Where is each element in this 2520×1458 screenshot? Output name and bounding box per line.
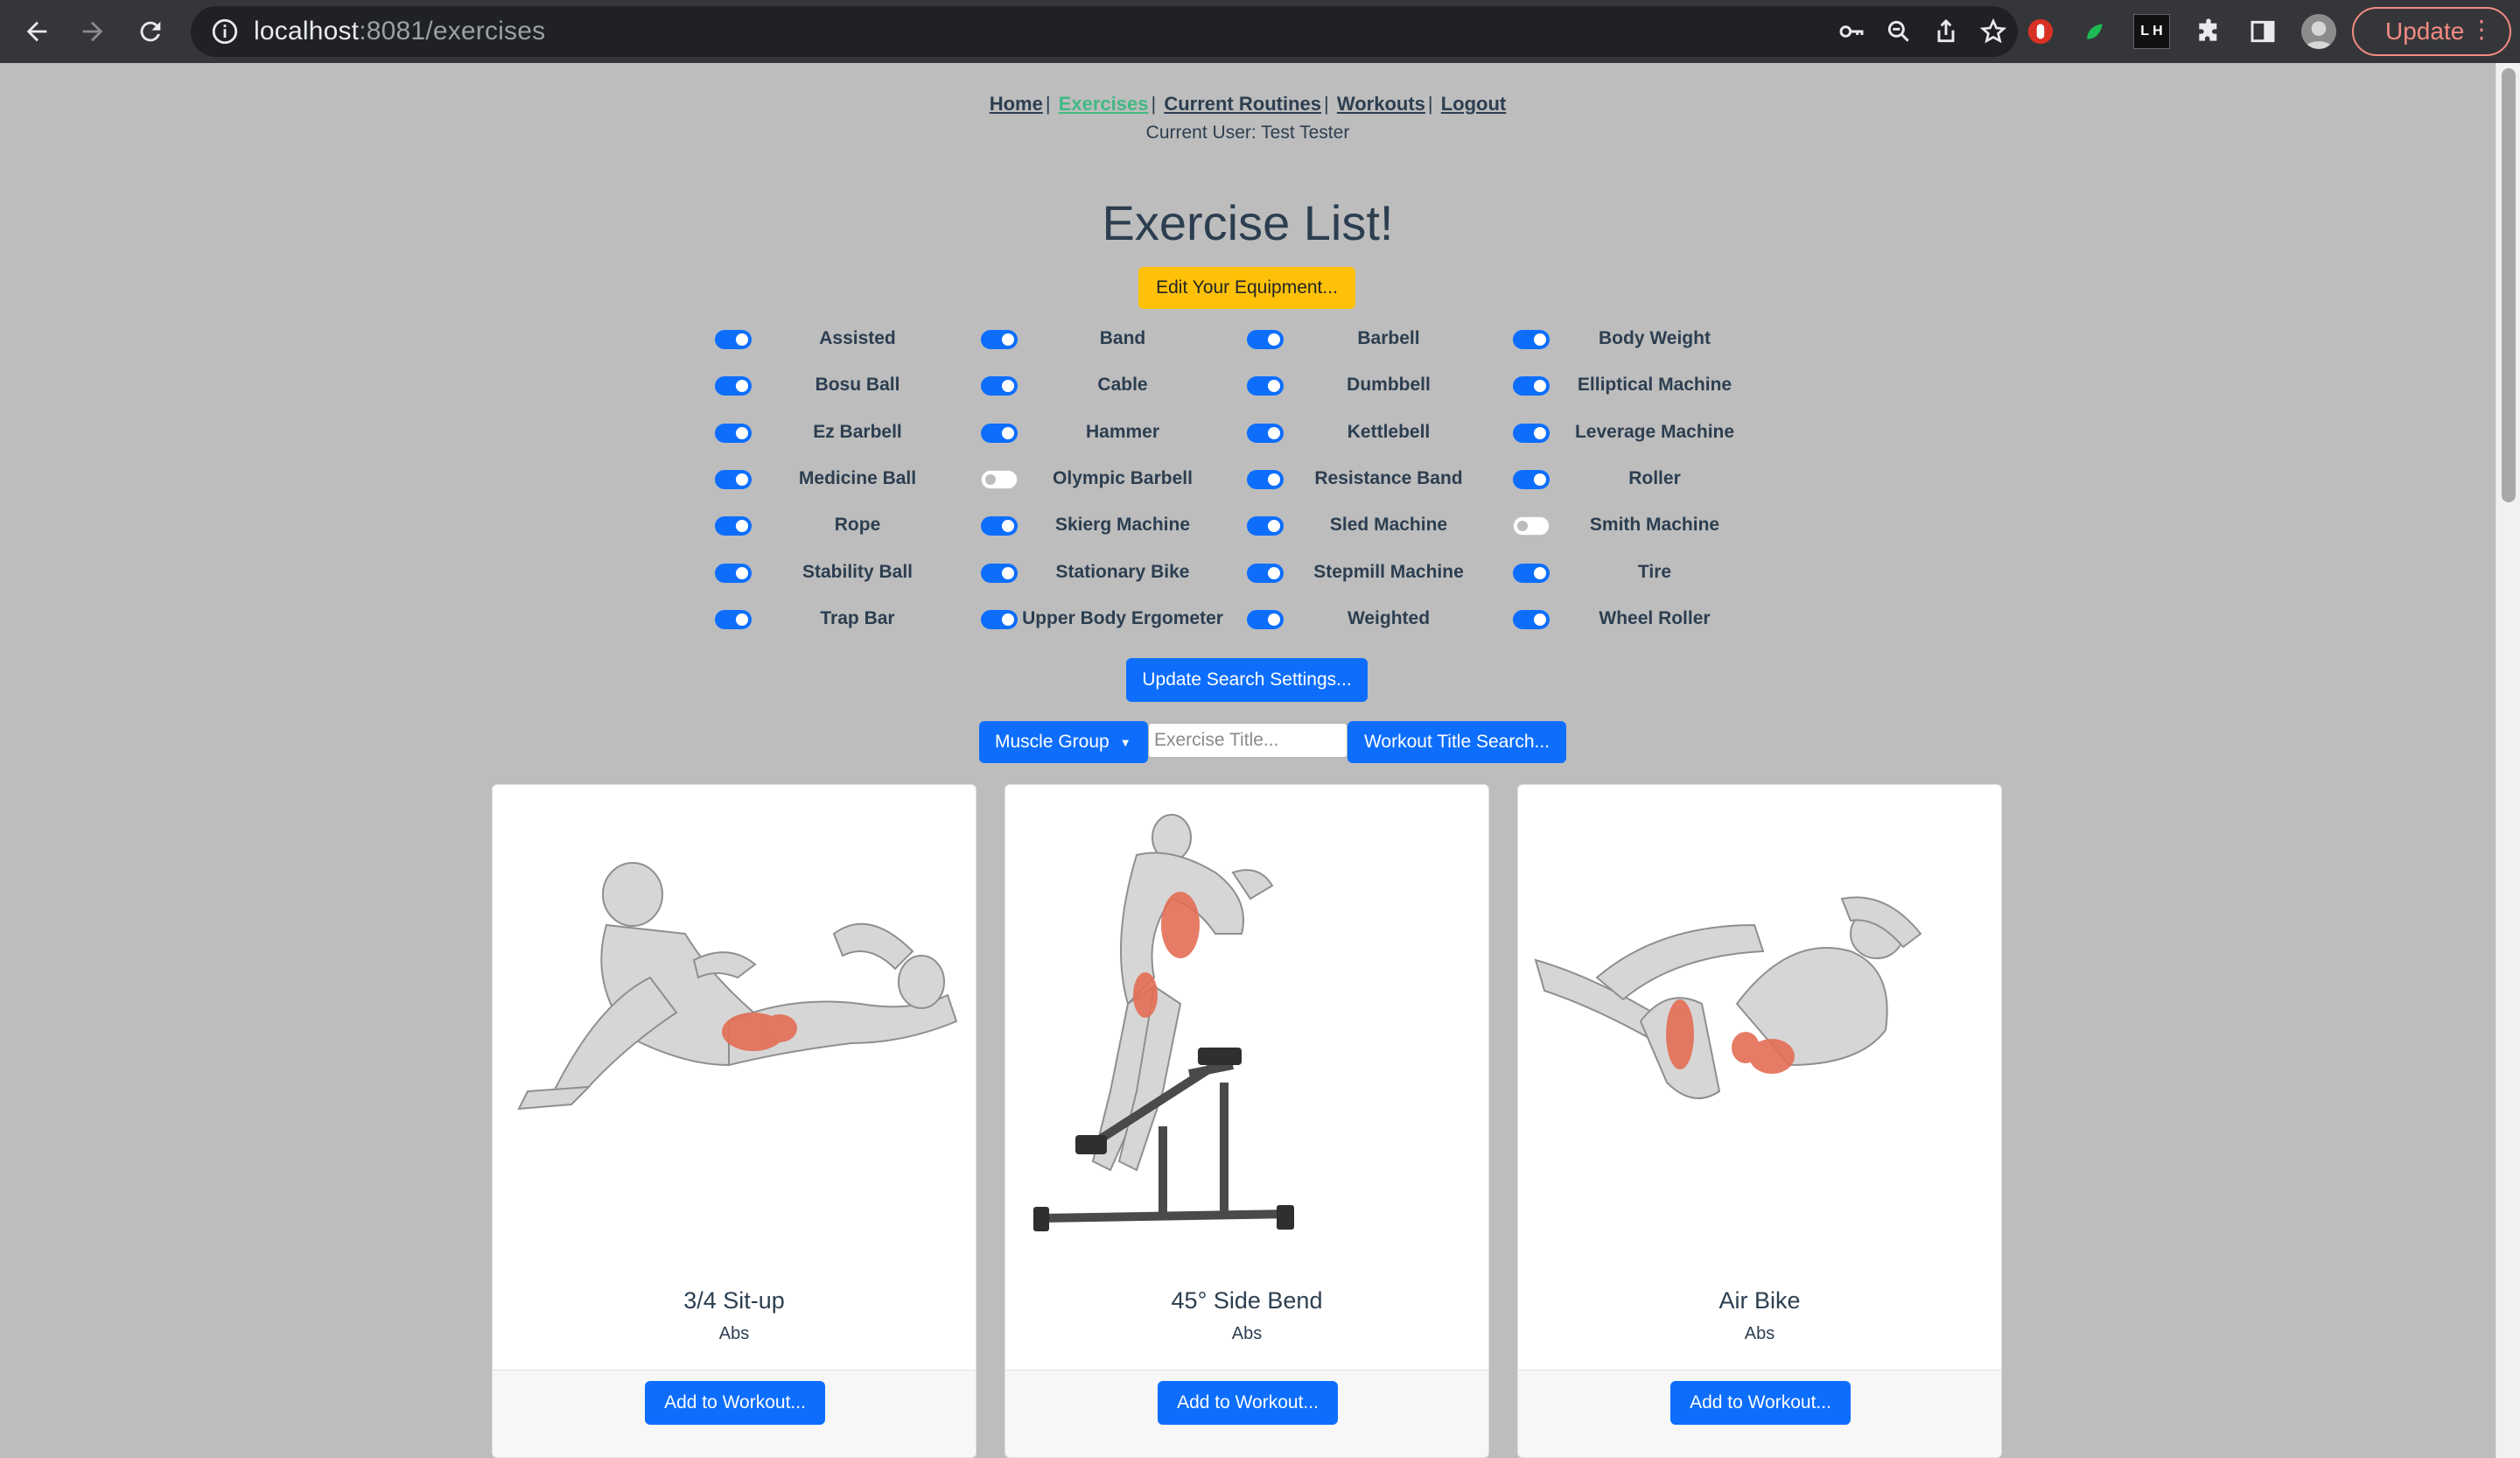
url-host: localhost — [254, 17, 360, 46]
address-bar[interactable]: localhost:8081/exercises — [191, 6, 2018, 57]
equipment-label: Sled Machine — [1329, 515, 1448, 535]
arrow-left-icon — [26, 21, 47, 42]
card-title: 45° Side Bend — [1171, 1287, 1323, 1314]
card-footer: Add to Workout... — [493, 1370, 976, 1457]
equipment-label: Olympic Barbell — [1053, 468, 1193, 488]
equipment-label: Trap Bar — [820, 608, 895, 628]
share-icon[interactable] — [1932, 18, 1960, 46]
equipment-label: Stationary Bike — [1055, 562, 1190, 582]
browser-toolbar: localhost:8081/exercises L H Update ⋮ — [0, 0, 2520, 63]
equipment-label: Body Weight — [1599, 328, 1711, 348]
card-footer: Add to Workout... — [1518, 1370, 2001, 1457]
equipment-label: Hammer — [1085, 422, 1160, 442]
card-muscle: Abs — [1744, 1324, 1775, 1343]
equipment-label: Stepmill Machine — [1313, 562, 1464, 582]
nav-logout-link[interactable]: Logout — [1441, 93, 1507, 115]
zoom-icon[interactable] — [1885, 18, 1913, 46]
exercise-card: 3/4 Sit-up Abs Add to Workout... — [492, 784, 976, 1458]
muscle-group-dropdown[interactable]: Muscle Group ▼ — [979, 721, 1148, 763]
nav-separator: | — [1151, 93, 1157, 115]
equipment-label: Weighted — [1347, 608, 1431, 628]
info-icon — [212, 18, 238, 45]
forward-button[interactable] — [65, 0, 121, 63]
star-icon[interactable] — [1979, 18, 2007, 46]
equipment-label: Tire — [1637, 562, 1672, 582]
leaf-extension-icon[interactable] — [2077, 14, 2112, 49]
equipment-label: Assisted — [819, 328, 896, 348]
equipment-label: Kettlebell — [1347, 422, 1431, 442]
equipment-label: Elliptical Machine — [1577, 375, 1732, 395]
exercise-card: 45° Side Bend Abs Add to Workout... — [1004, 784, 1489, 1458]
update-search-settings-button[interactable]: Update Search Settings... — [1126, 658, 1368, 702]
add-to-workout-button[interactable]: Add to Workout... — [645, 1381, 825, 1425]
equipment-label: Rope — [834, 515, 881, 535]
equipment-label: Skierg Machine — [1054, 515, 1191, 535]
equipment-label: Upper Body Ergometer — [1022, 608, 1223, 628]
exercise-title-input[interactable] — [1148, 723, 1348, 758]
page-title: Exercise List! — [1102, 195, 1394, 250]
exercise-illustration-situp — [517, 862, 958, 1111]
nav-separator: | — [1045, 93, 1051, 115]
equipment-label: Leverage Machine — [1574, 422, 1735, 442]
equipment-label: Stability Ball — [802, 562, 914, 582]
reload-icon — [140, 21, 161, 42]
exercise-card: Air Bike Abs Add to Workout... — [1517, 784, 2002, 1458]
scrollbar-thumb[interactable] — [2502, 68, 2516, 502]
card-footer: Add to Workout... — [1005, 1370, 1488, 1457]
side-panel-icon[interactable] — [2245, 14, 2280, 49]
equipment-label: Barbell — [1357, 328, 1420, 348]
profile-avatar[interactable] — [2301, 14, 2336, 49]
lh-extension-label: L H — [2140, 24, 2163, 39]
equipment-label: Medicine Ball — [798, 468, 917, 488]
add-to-workout-button[interactable]: Add to Workout... — [1670, 1381, 1851, 1425]
card-muscle: Abs — [718, 1324, 750, 1343]
equipment-label: Band — [1099, 328, 1146, 348]
more-vert-icon: ⋮ — [2469, 16, 2494, 43]
puzzle-icon[interactable] — [2191, 14, 2226, 49]
top-nav: Home | Exercises | Current Routines | Worko… — [0, 93, 2496, 116]
add-to-workout-button[interactable]: Add to Workout... — [1158, 1381, 1338, 1425]
equipment-label: Cable — [1097, 375, 1148, 395]
workout-title-search-button[interactable]: Workout Title Search... — [1348, 721, 1566, 763]
stop-extension-icon[interactable] — [2023, 14, 2058, 49]
equipment-label: Dumbbell — [1347, 375, 1431, 395]
equipment-label: Ez Barbell — [813, 422, 902, 442]
card-title: Air Bike — [1718, 1287, 1801, 1314]
muscle-group-label: Muscle Group — [995, 732, 1110, 752]
edit-equipment-button[interactable]: Edit Your Equipment... — [1138, 267, 1355, 309]
omnibox-actions — [1838, 6, 2007, 57]
caret-down-icon: ▼ — [1119, 735, 1131, 749]
page-content: Home | Exercises | Current Routines | Worko… — [0, 63, 2496, 1458]
url-path: :8081/exercises — [359, 17, 546, 46]
nav-current-routines-link[interactable]: Current Routines — [1164, 93, 1321, 115]
card-muscle: Abs — [1231, 1324, 1263, 1343]
url-text: localhost:8081/exercises — [254, 17, 545, 46]
equipment-label: Wheel Roller — [1599, 608, 1711, 628]
nav-exercises-link[interactable]: Exercises — [1059, 93, 1149, 115]
reload-button[interactable] — [122, 0, 178, 63]
equipment-label: Smith Machine — [1589, 515, 1720, 535]
nav-workouts-link[interactable]: Workouts — [1337, 93, 1425, 115]
arrow-right-icon — [82, 21, 103, 42]
nav-home-link[interactable]: Home — [990, 93, 1043, 115]
key-icon[interactable] — [1838, 18, 1866, 46]
back-button[interactable] — [9, 0, 65, 63]
lh-extension-icon[interactable]: L H — [2133, 14, 2170, 49]
exercise-illustration-air-bike — [1534, 896, 1922, 1099]
card-title: 3/4 Sit-up — [683, 1287, 785, 1314]
exercise-illustration-side-bend — [1033, 814, 1295, 1231]
nav-separator: | — [1427, 93, 1433, 115]
equipment-label: Roller — [1628, 468, 1681, 488]
equipment-label: Resistance Band — [1314, 468, 1463, 488]
browser-update-label: Update — [2385, 18, 2465, 45]
page-scrollbar[interactable] — [2496, 63, 2520, 1458]
equipment-label: Bosu Ball — [815, 375, 900, 395]
current-user: Current User: Test Tester — [1145, 123, 1350, 143]
nav-separator: | — [1324, 93, 1329, 115]
browser-update-button[interactable]: Update ⋮ — [2352, 7, 2511, 56]
